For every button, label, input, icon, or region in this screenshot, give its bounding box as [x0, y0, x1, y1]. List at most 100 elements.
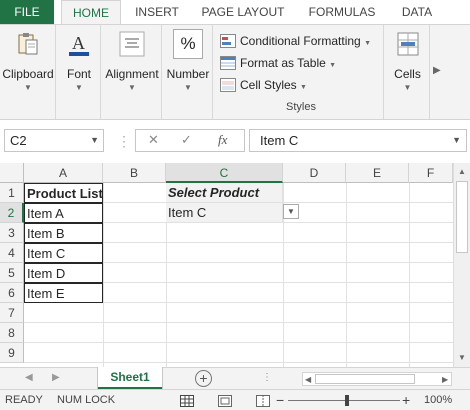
chevron-down-icon[interactable]: ▼	[90, 130, 99, 151]
cells-icon	[393, 29, 423, 59]
horizontal-scrollbar[interactable]: ◀ ▶	[302, 372, 452, 386]
font-button[interactable]: A Font ▼	[57, 29, 101, 92]
column-header-e[interactable]: E	[346, 163, 409, 183]
cells-group: Cells ▼	[385, 25, 430, 119]
row-header-2[interactable]: 2	[0, 203, 24, 223]
column-header-f[interactable]: F	[409, 163, 453, 183]
chevron-down-icon: ▼	[75, 83, 83, 92]
column-header-d[interactable]: D	[283, 163, 346, 183]
chevron-down-icon: ▼	[364, 40, 372, 47]
formula-bar: C2 ▼ ⋮ ✕ ✓ fx Item C ▼	[0, 121, 470, 160]
sheet-nav-left-icon[interactable]: ◀	[25, 372, 33, 383]
chevron-down-icon: ▼	[184, 83, 192, 92]
vertical-scrollbar[interactable]: ▲ ▼	[453, 163, 470, 367]
format-as-table-button[interactable]: Format as Table ▼	[220, 53, 336, 73]
formula-buttons: ✕ ✓ fx	[135, 129, 245, 152]
row-header-6[interactable]: 6	[0, 283, 24, 303]
cell-a6[interactable]: Item E	[24, 283, 103, 303]
cells-button[interactable]: Cells ▼	[385, 29, 430, 92]
zoom-level[interactable]: 100%	[424, 390, 452, 410]
scroll-left-icon[interactable]: ◀	[305, 375, 311, 384]
tab-data[interactable]: DATA	[392, 0, 442, 24]
clipboard-label: Clipboard	[2, 67, 54, 81]
enter-icon[interactable]: ✓	[181, 132, 192, 148]
add-sheet-icon[interactable]: +	[195, 370, 212, 387]
font-label: Font	[66, 67, 91, 81]
number-group: % Number ▼	[163, 25, 213, 119]
tab-file[interactable]: FILE	[0, 0, 54, 24]
zoom-slider[interactable]	[288, 400, 400, 401]
sheet-nav-right-icon[interactable]: ▶	[52, 372, 60, 383]
status-ready: READY	[5, 394, 43, 406]
scroll-right-icon[interactable]: ▶	[442, 375, 448, 384]
name-box[interactable]: C2 ▼	[4, 129, 104, 152]
dropdown-arrow-icon[interactable]: ▼	[283, 204, 299, 219]
row-header-7[interactable]: 7	[0, 303, 24, 323]
cell-styles-label: Cell Styles	[240, 78, 297, 92]
page-layout-view-icon[interactable]	[218, 394, 232, 407]
row-header-3[interactable]: 3	[0, 223, 24, 243]
tab-page-layout[interactable]: PAGE LAYOUT	[194, 0, 292, 24]
cell-styles-button[interactable]: Cell Styles ▼	[220, 75, 307, 95]
column-header-a[interactable]: A	[24, 163, 103, 183]
chevron-down-icon: ▼	[329, 62, 337, 69]
cell-styles-icon	[220, 77, 236, 92]
select-all-corner[interactable]	[0, 163, 24, 183]
tab-home[interactable]: HOME	[61, 0, 121, 25]
tab-formulas[interactable]: FORMULAS	[301, 0, 383, 24]
cell-a3[interactable]: Item B	[24, 223, 103, 243]
sheet-tab-sheet1[interactable]: Sheet1	[98, 367, 162, 389]
tab-insert[interactable]: INSERT	[128, 0, 186, 24]
chevron-down-icon[interactable]: ▼	[452, 130, 461, 151]
row-header-5[interactable]: 5	[0, 263, 24, 283]
cell-a5[interactable]: Item D	[24, 263, 103, 283]
vertical-scroll-thumb[interactable]	[456, 181, 468, 253]
ribbon: Clipboard ▼ A Font ▼ Alignment ▼ % Numbe…	[0, 24, 470, 120]
row-header-1[interactable]: 1	[0, 183, 24, 203]
cell-a1[interactable]: Product List	[24, 183, 103, 203]
insert-function-icon[interactable]: fx	[218, 132, 227, 148]
status-bar: READY NUM LOCK − + 100%	[0, 389, 470, 410]
normal-view-icon[interactable]	[180, 394, 194, 407]
align-icon	[117, 29, 147, 59]
cell-a2[interactable]: Item A	[24, 203, 103, 223]
row-header-9[interactable]: 9	[0, 343, 24, 363]
clipboard-icon	[13, 29, 43, 59]
alignment-button[interactable]: Alignment ▼	[102, 29, 162, 92]
conditional-formatting-label: Conditional Formatting	[240, 34, 361, 48]
tab-split-grip-icon[interactable]: ⋮	[262, 372, 272, 383]
formula-bar-grip-icon[interactable]: ⋮	[117, 133, 131, 150]
scroll-up-icon[interactable]: ▲	[458, 167, 466, 176]
ribbon-scroll-right-icon[interactable]: ▶	[433, 65, 441, 76]
zoom-out-button[interactable]: −	[276, 390, 284, 410]
cell-c1[interactable]: Select Product	[166, 183, 283, 203]
row-header-4[interactable]: 4	[0, 243, 24, 263]
cell-c2[interactable]: Item C	[166, 203, 283, 223]
clipboard-button[interactable]: Clipboard ▼	[0, 29, 56, 92]
cell-a4[interactable]: Item C	[24, 243, 103, 263]
chevron-down-icon: ▼	[24, 83, 32, 92]
page-break-view-icon[interactable]	[256, 394, 270, 407]
column-header-b[interactable]: B	[103, 163, 166, 183]
format-as-table-icon	[220, 55, 236, 70]
zoom-in-button[interactable]: +	[402, 390, 410, 410]
column-header-c[interactable]: C	[166, 163, 283, 183]
name-box-value: C2	[10, 133, 27, 148]
zoom-slider-thumb[interactable]	[345, 395, 349, 406]
number-button[interactable]: % Number ▼	[163, 29, 213, 92]
conditional-formatting-button[interactable]: Conditional Formatting ▼	[220, 31, 371, 51]
alignment-label: Alignment	[105, 67, 159, 81]
formula-input[interactable]: Item C ▼	[249, 129, 467, 152]
chevron-down-icon: ▼	[300, 84, 307, 91]
formula-content: Item C	[260, 133, 299, 148]
conditional-formatting-icon	[220, 33, 236, 48]
font-group: A Font ▼	[57, 25, 101, 119]
row-header-8[interactable]: 8	[0, 323, 24, 343]
sheet-tab-bar: ◀ ▶ Sheet1 + ⋮ ◀ ▶	[0, 367, 470, 389]
horizontal-scroll-thumb[interactable]	[315, 374, 415, 384]
scroll-down-icon[interactable]: ▼	[458, 353, 466, 362]
font-color-icon: A	[64, 29, 94, 59]
cancel-icon[interactable]: ✕	[148, 132, 159, 148]
alignment-group: Alignment ▼	[102, 25, 162, 119]
number-label: Number	[166, 67, 210, 81]
